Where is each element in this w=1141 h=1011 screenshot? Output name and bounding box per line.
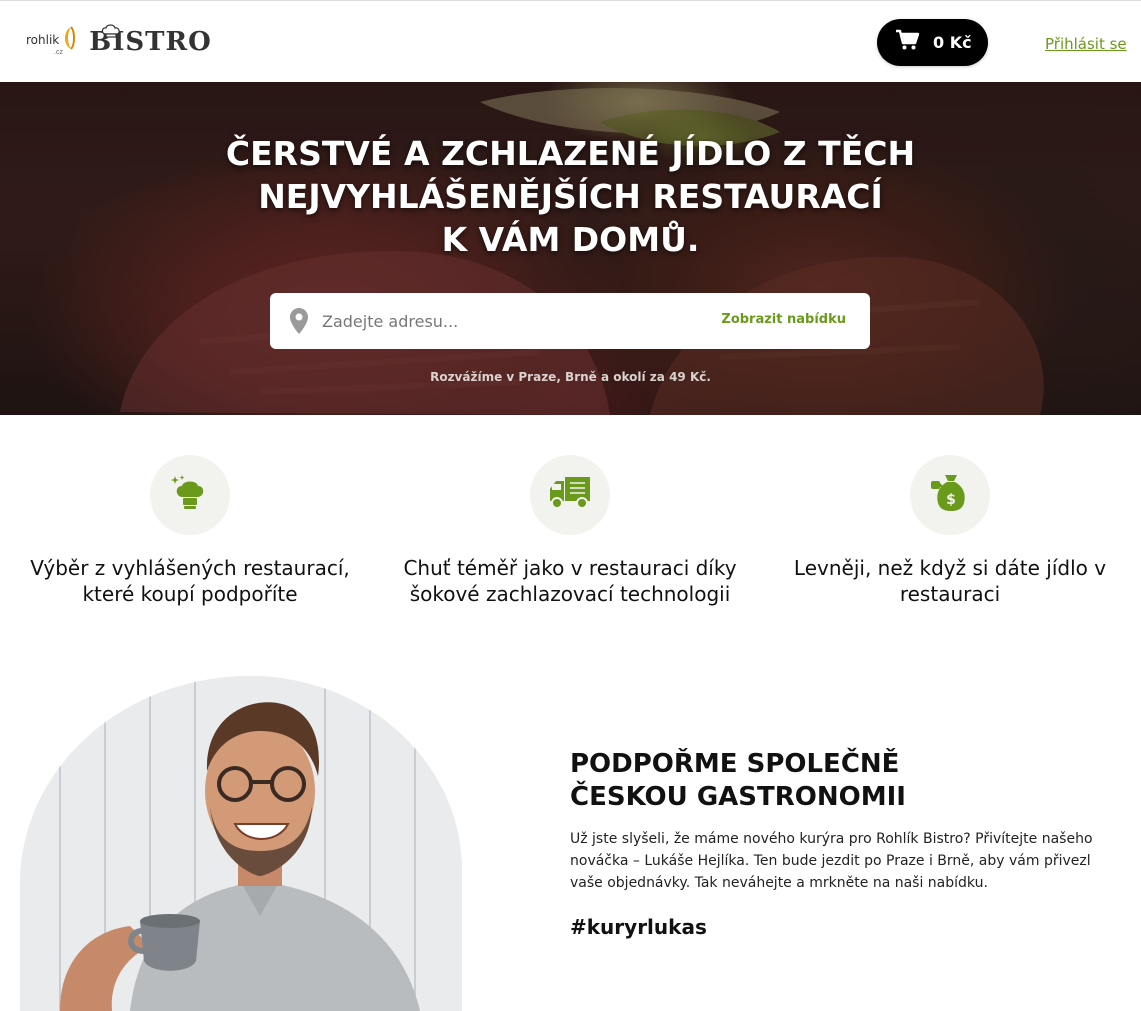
cart-amount: 0 Kč [933, 33, 972, 52]
rohlik-logo: rohlik [26, 19, 77, 56]
hero-title-line: ČERSTVÉ A ZCHLAZENÉ JÍDLO Z TĚCH [225, 134, 916, 173]
show-offer-button[interactable]: Zobrazit nabídku [721, 312, 846, 327]
feature-text: Levněji, než když si dáte jídlo v restau… [760, 555, 1140, 607]
chef-hat-logo-icon [101, 15, 121, 45]
address-input[interactable] [322, 311, 702, 331]
site-header: rohlik .cz BISTRO 0 Kč Přihlásit se [0, 0, 1141, 82]
hero-banner: ČERSTVÉ A ZCHLAZENÉ JÍDLO Z TĚCH NEJVYHL… [0, 82, 1141, 415]
feature-text-line: Výběr z vyhlášených restaurací, [30, 556, 350, 580]
feature-price: $ Levněji, než když si dáte jídlo v rest… [760, 455, 1140, 607]
promo-heading-line: PODPOŘME SPOLEČNĚ [570, 749, 900, 779]
feature-text-line: Levněji, než když si dáte jídlo v [793, 556, 1107, 580]
svg-text:$: $ [946, 492, 956, 508]
feature-text-line: Chuť téměř jako v restauraci díky [403, 556, 737, 580]
login-link[interactable]: Přihlásit se [1045, 35, 1127, 53]
bistro-logo: BISTRO [89, 24, 212, 57]
feature-text-line: šokové zachlazovací technologii [409, 582, 731, 606]
feature-icon-circle: $ [910, 455, 990, 535]
cart-button[interactable]: 0 Kč [877, 19, 988, 66]
promo-description: Už jste slyšeli, že máme nového kurýra p… [570, 828, 1110, 894]
feature-text-line: které koupí podpoříte [82, 582, 298, 606]
chef-hat-icon [170, 473, 210, 518]
promo-heading: PODPOŘME SPOLEČNĚ ČESKOU GASTRONOMII [570, 748, 906, 814]
rohlik-bistro-logo[interactable]: rohlik .cz BISTRO [26, 17, 212, 57]
delivery-truck-icon [548, 475, 592, 516]
hero-title-line: NEJVYHLÁŠENĚJŠÍCH RESTAURACÍ [258, 177, 883, 216]
promo-text-line: nováčka – Lukáše Hejlíka. Ten bude jezdi… [570, 853, 1091, 869]
courier-portrait-image [20, 676, 462, 1011]
hero-title: ČERSTVÉ A ZCHLAZENÉ JÍDLO Z TĚCH NEJVYHL… [0, 132, 1141, 261]
rohlik-logo-text: rohlik [26, 32, 60, 47]
hero-title-line: K VÁM DOMŮ. [441, 220, 700, 259]
croissant-icon [61, 25, 77, 56]
rohlik-logo-cz: .cz [54, 49, 63, 56]
feature-icon-circle [150, 455, 230, 535]
feature-technology: Chuť téměř jako v restauraci díky šokové… [380, 455, 760, 607]
cart-icon [895, 29, 920, 56]
promo-text-line: vaše objednávky. Tak neváhejte a mrkněte… [570, 875, 988, 891]
promo-hashtag: #kuryrlukas [570, 915, 707, 939]
feature-icon-circle [530, 455, 610, 535]
feature-restaurants: Výběr z vyhlášených restaurací, které ko… [0, 455, 380, 607]
feature-text: Výběr z vyhlášených restaurací, které ko… [0, 555, 380, 607]
address-search-box: Zobrazit nabídku [270, 293, 870, 349]
feature-text-line: restauraci [899, 582, 1001, 606]
feature-text: Chuť téměř jako v restauraci díky šokové… [380, 555, 760, 607]
delivery-note: Rozvážíme v Praze, Brně a okolí za 49 Kč… [430, 370, 711, 384]
money-bag-icon: $ [930, 473, 970, 518]
courier-photo [20, 676, 462, 1011]
location-pin-icon [290, 308, 308, 334]
promo-text-line: Už jste slyšeli, že máme nového kurýra p… [570, 831, 1093, 847]
promo-heading-line: ČESKOU GASTRONOMII [570, 782, 906, 812]
